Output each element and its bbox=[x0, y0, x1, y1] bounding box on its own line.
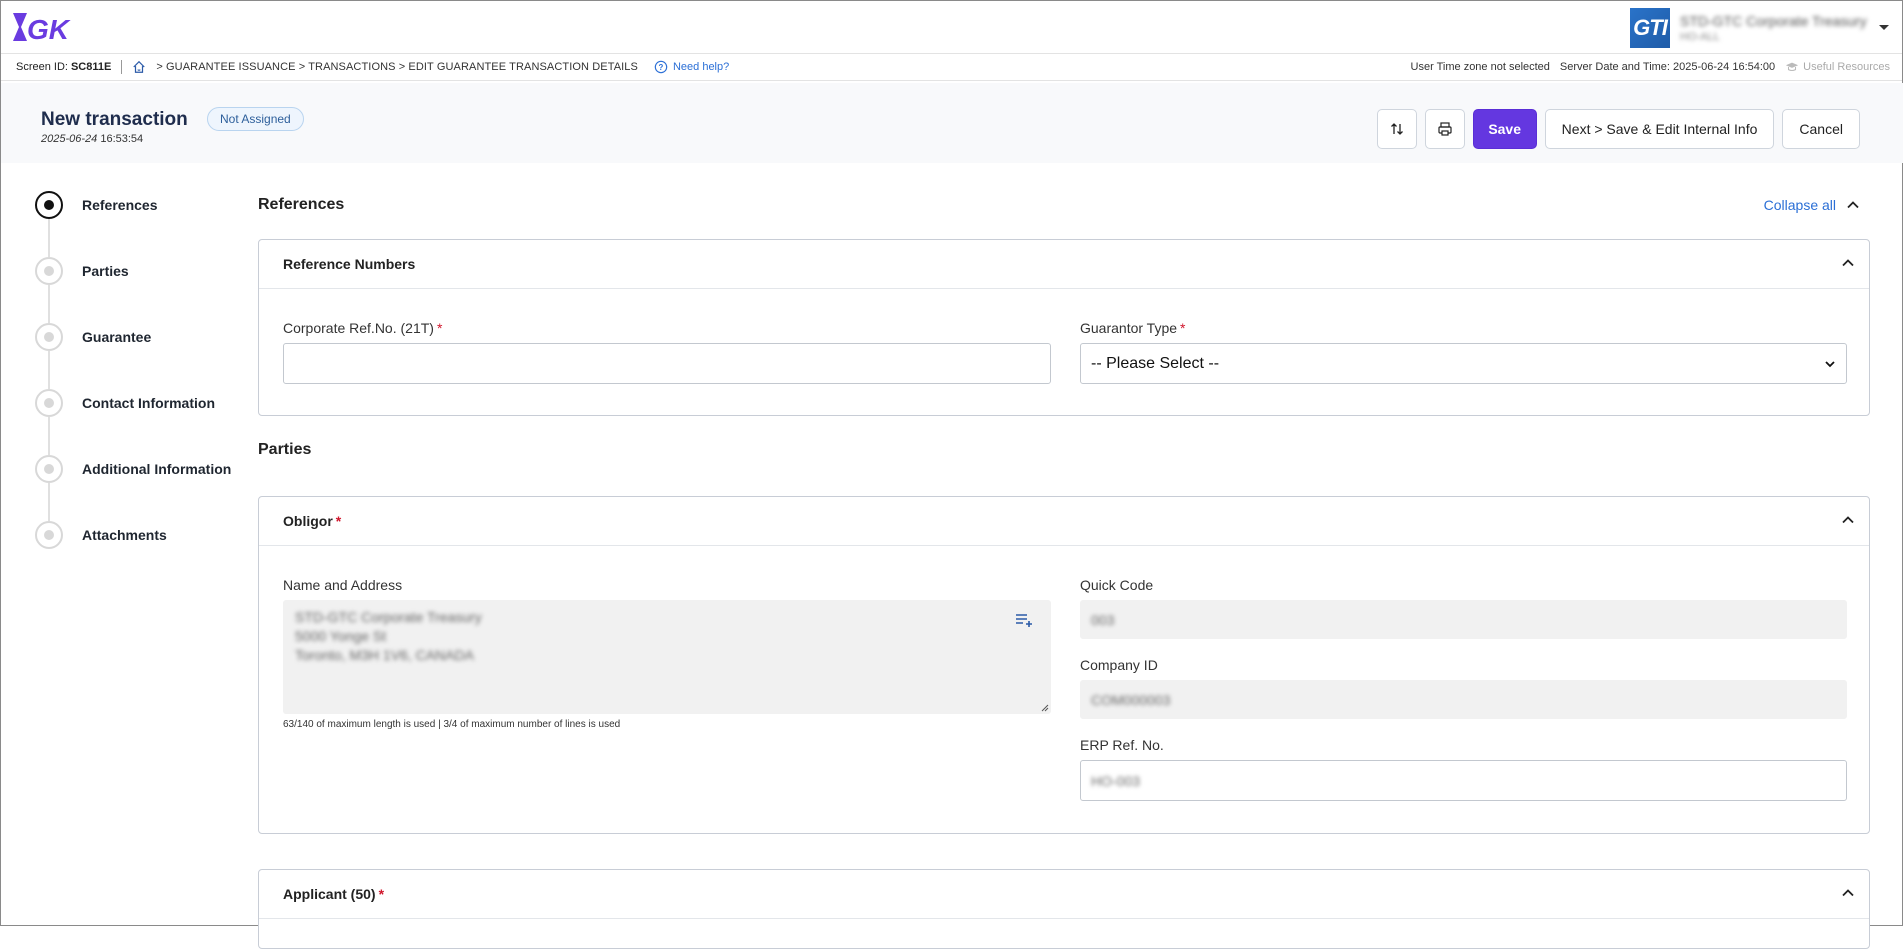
chevron-up-icon[interactable] bbox=[1841, 513, 1855, 527]
useful-resources-link[interactable]: Useful Resources bbox=[1785, 60, 1890, 74]
erp-ref-value: HO-003 bbox=[1091, 772, 1141, 789]
screen-id-label: Screen ID: bbox=[16, 61, 68, 73]
chevron-up-icon[interactable] bbox=[1841, 886, 1855, 900]
graduation-cap-icon bbox=[1786, 62, 1799, 72]
list-add-icon[interactable] bbox=[1015, 612, 1035, 628]
step-label: Attachments bbox=[82, 527, 167, 543]
account-sub: HO-ALL bbox=[1680, 31, 1720, 43]
page-header: New transaction 2025-06-24 16:53:54 Not … bbox=[1, 83, 1903, 163]
corporate-ref-input[interactable] bbox=[283, 343, 1051, 384]
step-indicator bbox=[35, 455, 63, 483]
card-title: Reference Numbers bbox=[283, 256, 416, 272]
server-time: Server Date and Time: 2025-06-24 16:54:0… bbox=[1559, 61, 1776, 73]
chevron-up-icon[interactable] bbox=[1841, 256, 1855, 270]
obligor-card: Obligor * Name and Address STD-GTC Corpor… bbox=[258, 496, 1870, 834]
collapse-all-button[interactable]: Collapse all bbox=[1764, 197, 1860, 213]
step-additional-information[interactable]: Additional Information bbox=[35, 455, 245, 521]
transaction-time: 16:53:54 bbox=[100, 133, 144, 145]
references-section-title: References bbox=[258, 196, 345, 213]
address-line: STD-GTC Corporate Treasury bbox=[295, 609, 482, 625]
account-name: STD-GTC Corporate Treasury bbox=[1680, 13, 1867, 29]
transaction-date: 2025-06-24 bbox=[41, 133, 98, 145]
card-title: Applicant (50) bbox=[283, 886, 376, 902]
page-title: New transaction bbox=[41, 109, 188, 130]
section-stepper: References Parties Guarantee Contact Inf… bbox=[35, 191, 245, 587]
guarantor-type-select[interactable]: -- Please Select -- bbox=[1080, 343, 1847, 384]
step-indicator bbox=[35, 257, 63, 285]
print-button[interactable] bbox=[1424, 109, 1465, 149]
app-logo[interactable]: GK bbox=[11, 9, 73, 45]
account-switcher[interactable]: GTI STD-GTC Corporate Treasury HO-ALL bbox=[1630, 7, 1890, 49]
step-indicator bbox=[35, 521, 63, 549]
step-guarantee[interactable]: Guarantee bbox=[35, 323, 245, 389]
quick-code-label: Quick Code bbox=[1080, 577, 1154, 593]
step-label: Parties bbox=[82, 263, 129, 279]
sort-button[interactable] bbox=[1376, 109, 1417, 149]
step-label: Contact Information bbox=[82, 395, 215, 411]
need-help-link[interactable]: ? Need help? bbox=[654, 60, 729, 74]
obligor-header[interactable]: Obligor * bbox=[259, 497, 1869, 546]
screen-id: SC811E bbox=[70, 61, 112, 73]
company-id-label: Company ID bbox=[1080, 657, 1158, 673]
action-toolbar: Save Next > Save & Edit Internal Info Ca… bbox=[1376, 109, 1860, 149]
corporate-ref-label: Corporate Ref.No. (21T) * bbox=[283, 320, 443, 336]
caret-down-icon[interactable] bbox=[1878, 24, 1890, 32]
useful-resources-label: Useful Resources bbox=[1803, 61, 1890, 73]
account-logo: GTI bbox=[1630, 8, 1670, 48]
company-id-field: COM000003 bbox=[1080, 680, 1847, 719]
chevron-down-icon bbox=[1825, 361, 1835, 368]
transaction-timestamp: 2025-06-24 16:53:54 bbox=[41, 133, 143, 145]
reference-numbers-card: Reference Numbers Corporate Ref.No. (21T… bbox=[258, 239, 1870, 416]
address-line: Toronto, M3H 1V6, CANADA bbox=[295, 647, 474, 663]
step-contact-information[interactable]: Contact Information bbox=[35, 389, 245, 455]
resize-handle-icon[interactable] bbox=[1041, 704, 1049, 712]
timezone-notice: User Time zone not selected bbox=[1410, 61, 1550, 73]
step-label: Guarantee bbox=[82, 329, 152, 345]
printer-icon bbox=[1438, 122, 1452, 136]
card-title: Obligor bbox=[283, 513, 333, 529]
sort-arrows-icon bbox=[1390, 123, 1403, 135]
applicant-card: Applicant (50) * bbox=[258, 869, 1870, 949]
breadcrumb-bar: Screen ID: SC811E > GUARANTEE ISSUANCE >… bbox=[1, 54, 1902, 81]
reference-numbers-header[interactable]: Reference Numbers bbox=[259, 240, 1869, 289]
quick-code-value: 003 bbox=[1091, 611, 1115, 628]
applicant-header[interactable]: Applicant (50) * bbox=[259, 870, 1869, 919]
divider bbox=[121, 60, 123, 74]
top-bar: GK GTI STD-GTC Corporate Treasury HO-ALL bbox=[1, 1, 1902, 54]
step-indicator bbox=[35, 323, 63, 351]
need-help-label: Need help? bbox=[672, 61, 730, 73]
status-badge: Not Assigned bbox=[207, 107, 304, 131]
erp-ref-input[interactable]: HO-003 bbox=[1080, 760, 1847, 801]
svg-text:?: ? bbox=[659, 63, 664, 72]
guarantor-type-value: -- Please Select -- bbox=[1091, 354, 1220, 372]
breadcrumb: > GUARANTEE ISSUANCE > TRANSACTIONS > ED… bbox=[156, 61, 638, 73]
chevron-up-icon bbox=[1847, 201, 1859, 209]
quick-code-field: 003 bbox=[1080, 600, 1847, 639]
step-indicator bbox=[35, 191, 63, 219]
step-parties[interactable]: Parties bbox=[35, 257, 245, 323]
name-address-field[interactable]: STD-GTC Corporate Treasury 5000 Yonge St… bbox=[283, 600, 1051, 714]
step-attachments[interactable]: Attachments bbox=[35, 521, 245, 587]
save-button[interactable]: Save bbox=[1472, 109, 1537, 149]
parties-section-title: Parties bbox=[258, 441, 312, 458]
usage-note: 63/140 of maximum length is used | 3/4 o… bbox=[283, 719, 621, 730]
address-line: 5000 Yonge St bbox=[295, 628, 387, 644]
step-label: References bbox=[82, 197, 158, 213]
name-address-label: Name and Address bbox=[283, 577, 403, 593]
company-id-value: COM000003 bbox=[1091, 691, 1171, 708]
step-references[interactable]: References bbox=[35, 191, 245, 257]
step-indicator bbox=[35, 389, 63, 417]
home-icon[interactable] bbox=[132, 60, 146, 74]
cancel-button[interactable]: Cancel bbox=[1782, 109, 1860, 149]
svg-text:GK: GK bbox=[27, 14, 71, 45]
guarantor-type-label: Guarantor Type * bbox=[1080, 320, 1186, 336]
help-icon: ? bbox=[654, 60, 668, 74]
collapse-all-label: Collapse all bbox=[1763, 197, 1836, 213]
erp-ref-label: ERP Ref. No. bbox=[1080, 737, 1164, 753]
step-label: Additional Information bbox=[82, 461, 232, 477]
next-save-edit-internal-info-button[interactable]: Next > Save & Edit Internal Info bbox=[1544, 109, 1775, 149]
